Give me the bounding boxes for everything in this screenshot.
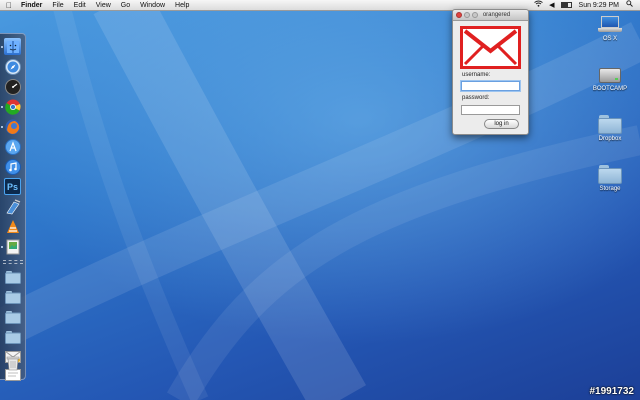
login-button[interactable]: log in <box>484 119 519 129</box>
desktop-icon-label: Dropbox <box>598 136 622 142</box>
running-indicator <box>1 126 3 128</box>
dashboard-icon[interactable] <box>4 78 21 95</box>
menu-edit[interactable]: Edit <box>69 0 91 11</box>
preview-icon[interactable] <box>4 238 21 255</box>
menu-help[interactable]: Help <box>170 0 194 11</box>
hard-drive-icon <box>598 64 622 84</box>
vlc-icon[interactable] <box>4 218 21 235</box>
running-indicator <box>1 46 3 48</box>
dock: Ps <box>0 33 26 381</box>
photoshop-icon[interactable]: Ps <box>4 178 21 195</box>
firefox-icon[interactable] <box>4 118 21 135</box>
menu-finder[interactable]: Finder <box>16 0 47 11</box>
running-indicator <box>1 246 3 248</box>
desktop-icon-label: BOOTCAMP <box>592 86 628 92</box>
password-label: password: <box>462 95 490 101</box>
app-store-icon[interactable] <box>4 138 21 155</box>
folder-icon[interactable] <box>4 328 21 345</box>
desktop-icon-storage[interactable]: Storage <box>585 164 635 192</box>
chrome-icon[interactable] <box>4 98 21 115</box>
desktop-icon-label: OS X <box>602 36 618 42</box>
watermark: #1991732 <box>589 386 635 397</box>
password-field[interactable] <box>461 105 520 115</box>
apple-icon[interactable]:  <box>2 1 16 10</box>
desktop-icon-osx[interactable]: OS X <box>585 14 635 42</box>
menu-window[interactable]: Window <box>135 0 170 11</box>
battery-level <box>561 3 568 7</box>
envelope-icon <box>460 26 521 69</box>
username-label: username: <box>462 72 491 78</box>
menu-clock[interactable]: Sun 9:29 PM <box>575 2 623 9</box>
battery-icon[interactable] <box>560 2 572 8</box>
trash-icon[interactable] <box>4 354 21 371</box>
menu-extras: ◀ Sun 9:29 PM <box>531 0 640 11</box>
username-field[interactable] <box>461 81 520 91</box>
laptop-icon <box>598 14 622 34</box>
wallpaper-swoosh <box>0 0 640 400</box>
window-titlebar[interactable]: orangered <box>453 10 528 21</box>
folder-icon <box>598 114 622 134</box>
menu-file[interactable]: File <box>47 0 68 11</box>
desktop-icon-dropbox[interactable]: Dropbox <box>585 114 635 142</box>
safari-icon[interactable] <box>4 58 21 75</box>
search-icon[interactable] <box>623 0 636 11</box>
running-indicator <box>1 106 3 108</box>
desktop <box>0 0 640 400</box>
itunes-icon[interactable] <box>4 158 21 175</box>
menu-bar:  Finder File Edit View Go Window Help ◀… <box>0 0 640 11</box>
finder-icon[interactable] <box>4 38 21 55</box>
login-window: orangered username: password: log in <box>452 9 529 135</box>
volume-icon[interactable]: ◀ <box>546 0 557 11</box>
wifi-icon[interactable] <box>531 0 546 11</box>
window-title: orangered <box>482 12 511 18</box>
dock-separator <box>3 260 23 264</box>
folder-icon[interactable] <box>4 268 21 285</box>
folder-icon[interactable] <box>4 288 21 305</box>
desktop-icon-bootcamp[interactable]: BOOTCAMP <box>585 64 635 92</box>
xcode-icon[interactable] <box>4 198 21 215</box>
folder-icon <box>598 164 622 184</box>
menu-go[interactable]: Go <box>116 0 135 11</box>
folder-icon[interactable] <box>4 308 21 325</box>
desktop-icon-label: Storage <box>599 186 621 192</box>
menu-view[interactable]: View <box>91 0 116 11</box>
